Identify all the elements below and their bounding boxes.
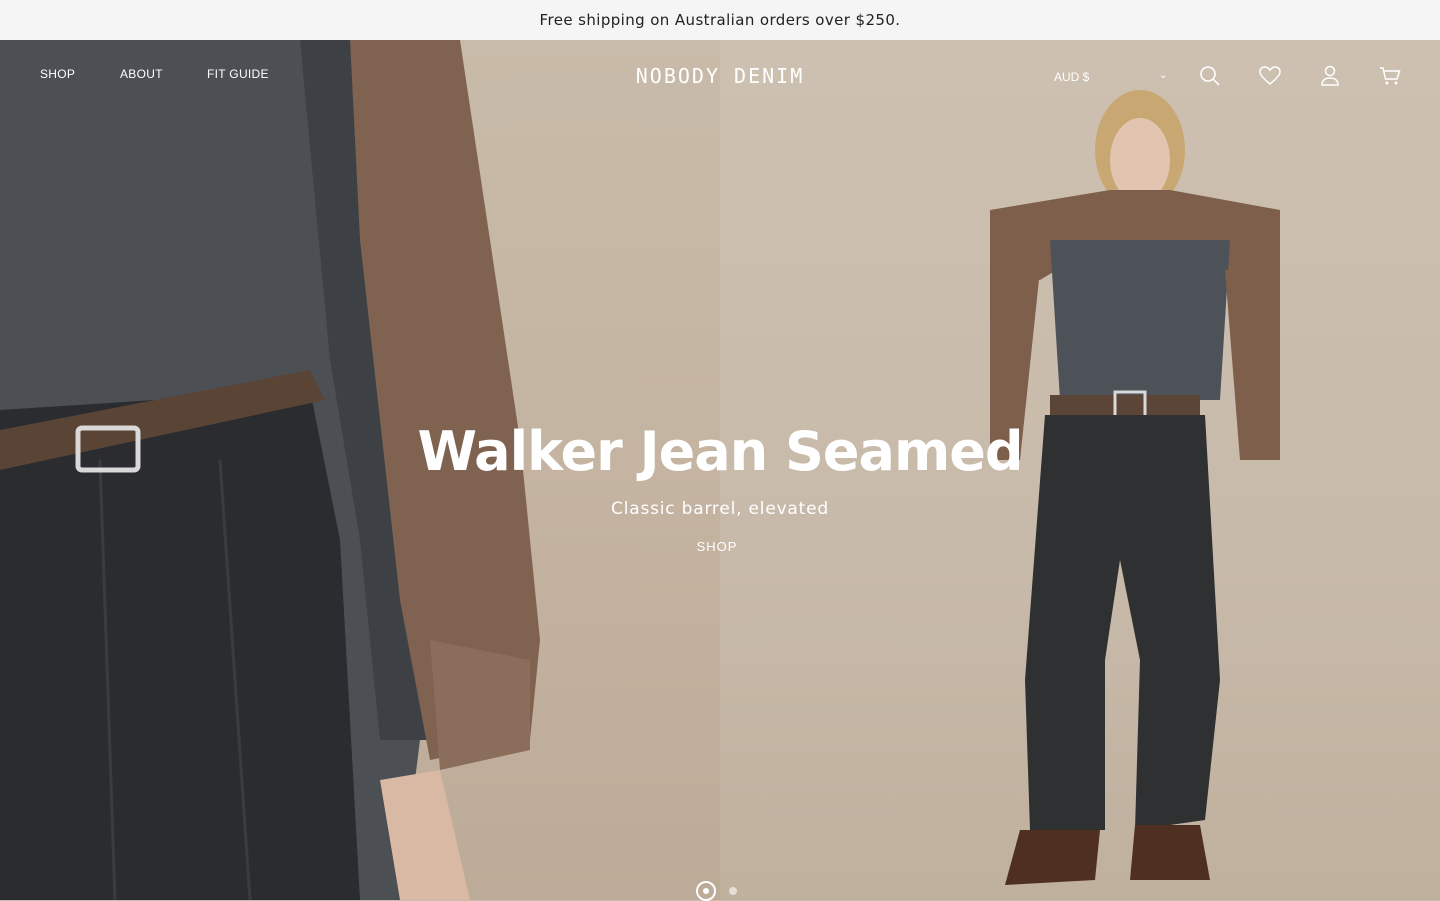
hero-subtitle: Classic barrel, elevated: [611, 499, 829, 519]
announcement-text: Free shipping on Australian orders over …: [539, 11, 901, 29]
chevron-down-icon: ⌄: [1158, 69, 1168, 81]
hero-shop-link[interactable]: SHOP: [690, 539, 744, 554]
account-icon[interactable]: [1318, 64, 1342, 88]
site-logo[interactable]: NOBODY DENIM: [630, 64, 810, 88]
nav-link-about[interactable]: ABOUT: [120, 67, 163, 81]
slide-dot-active[interactable]: [696, 881, 716, 901]
heart-icon[interactable]: [1258, 64, 1282, 88]
hero-title: Walker Jean Seamed: [417, 420, 1023, 483]
announcement-bar: Free shipping on Australian orders over …: [0, 0, 1440, 40]
currency-value: AUD $: [1054, 70, 1090, 84]
search-icon[interactable]: [1198, 64, 1222, 88]
site-header: SHOP ABOUT FIT GUIDE NOBODY DENIM AUD $ …: [0, 40, 1440, 112]
nav-link-shop[interactable]: SHOP: [40, 67, 75, 81]
nav-link-fit-guide[interactable]: FIT GUIDE: [207, 67, 269, 81]
cart-icon[interactable]: [1378, 64, 1402, 88]
slide-dot[interactable]: [729, 887, 737, 895]
currency-selector[interactable]: AUD $ ⌄: [1054, 69, 1168, 86]
